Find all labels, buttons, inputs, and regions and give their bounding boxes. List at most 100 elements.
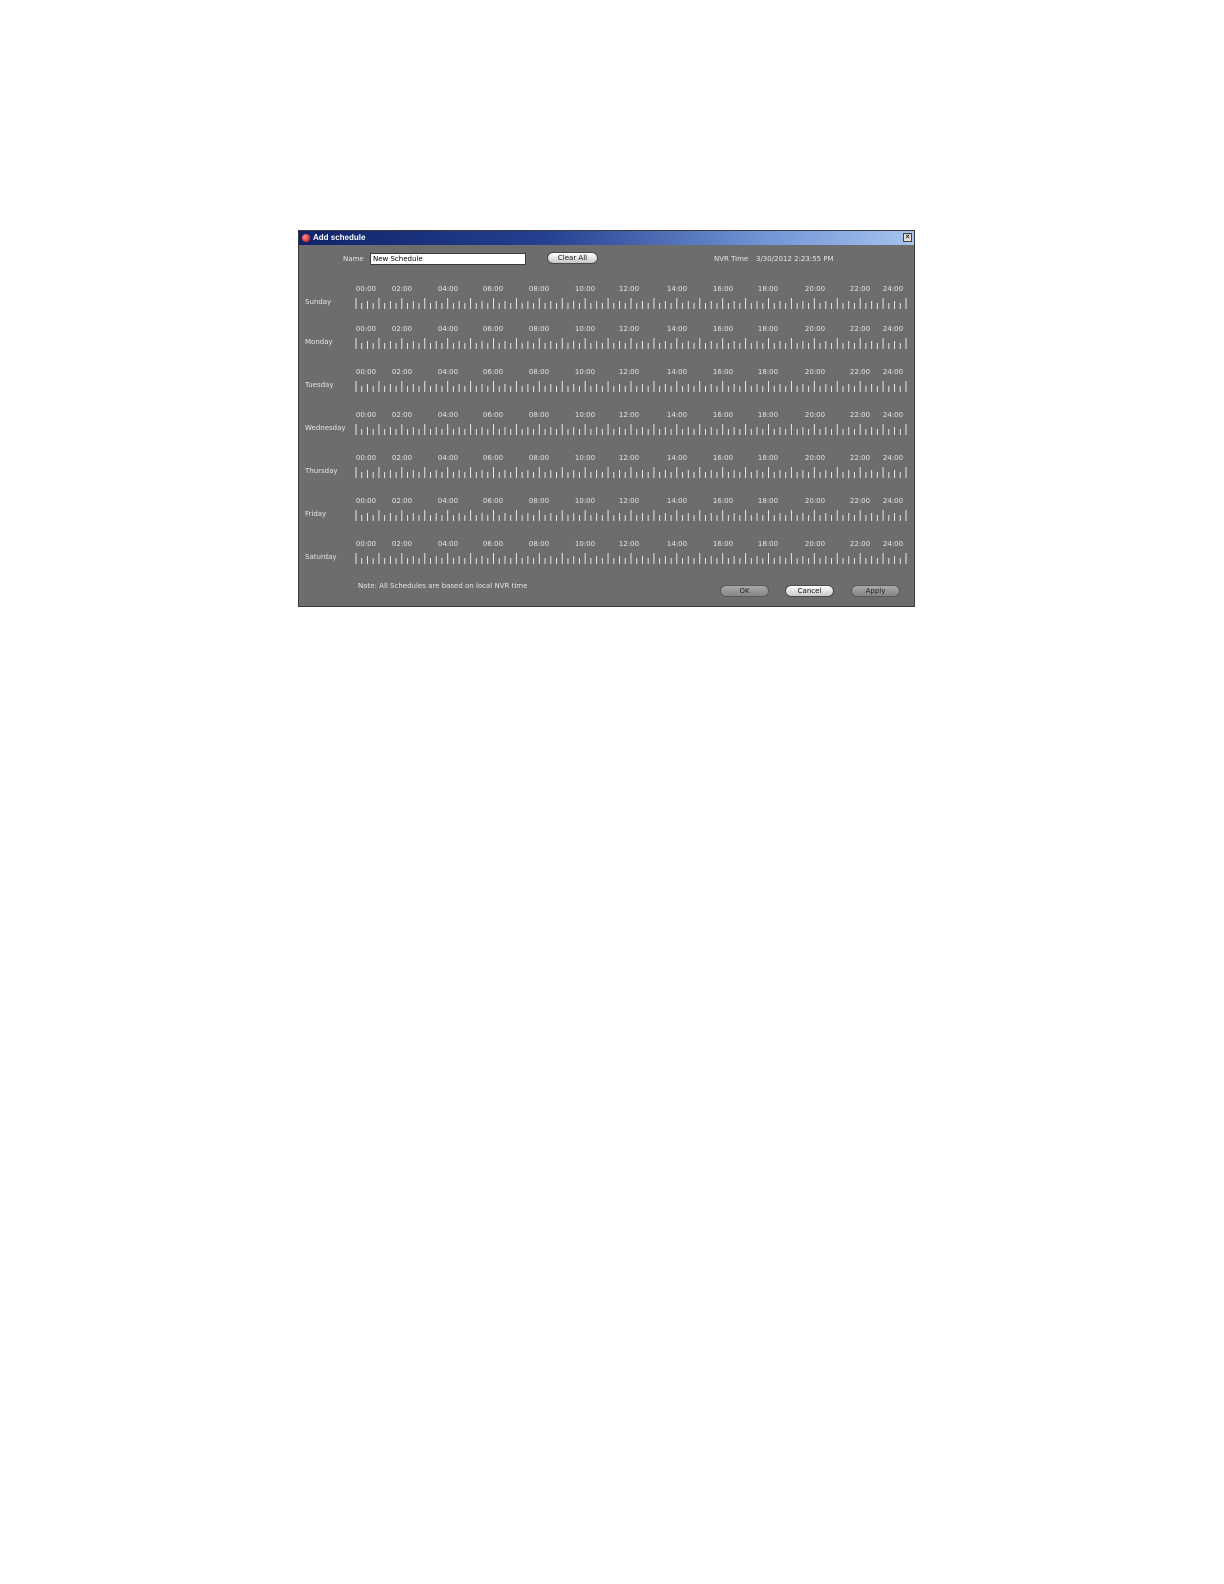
hour-label: 16:00: [712, 368, 734, 376]
hour-label: 10:00: [574, 497, 596, 505]
hour-label: 16:00: [712, 411, 734, 419]
day-label-saturday: Saturday: [305, 553, 337, 561]
hour-label: 24:00: [882, 368, 904, 376]
hour-label: 02:00: [391, 285, 413, 293]
hour-label: 22:00: [849, 540, 871, 548]
hour-label: 12:00: [618, 497, 640, 505]
hour-label: 14:00: [666, 368, 688, 376]
hour-label: 02:00: [391, 368, 413, 376]
hour-label: 22:00: [849, 285, 871, 293]
hour-label: 00:00: [355, 285, 377, 293]
hour-label: 12:00: [618, 368, 640, 376]
hour-label: 04:00: [437, 497, 459, 505]
hour-label: 08:00: [528, 454, 550, 462]
hour-label: 16:00: [712, 497, 734, 505]
hour-label: 22:00: [849, 411, 871, 419]
hour-label: 20:00: [804, 540, 826, 548]
title-bar[interactable]: Add schedule ✕: [299, 231, 914, 245]
hour-label: 24:00: [882, 454, 904, 462]
hour-label: 14:00: [666, 540, 688, 548]
hour-label: 20:00: [804, 497, 826, 505]
hour-label: 08:00: [528, 285, 550, 293]
hour-label: 18:00: [757, 285, 779, 293]
hour-label: 20:00: [804, 285, 826, 293]
hour-label: 24:00: [882, 411, 904, 419]
hour-label: 18:00: [757, 411, 779, 419]
hour-label: 12:00: [618, 454, 640, 462]
name-label: Name: [343, 255, 364, 263]
hour-label: 22:00: [849, 325, 871, 333]
hour-label: 02:00: [391, 540, 413, 548]
hour-label: 04:00: [437, 285, 459, 293]
hour-label: 10:00: [574, 454, 596, 462]
hour-label: 12:00: [618, 411, 640, 419]
hour-label: 18:00: [757, 325, 779, 333]
day-label-tuesday: Tuesday: [305, 381, 334, 389]
hour-label: 16:00: [712, 285, 734, 293]
hour-label: 06:00: [482, 368, 504, 376]
hour-label: 02:00: [391, 454, 413, 462]
hour-label: 10:00: [574, 540, 596, 548]
schedule-note: Note: All Schedules are based on local N…: [358, 582, 528, 590]
schedule-name-input[interactable]: New Schedule: [370, 253, 526, 265]
clear-all-button[interactable]: Clear All: [547, 252, 598, 264]
hour-label: 24:00: [882, 497, 904, 505]
timeline-thursday[interactable]: [355, 466, 907, 478]
add-schedule-dialog: Add schedule ✕ Name New Schedule Clear A…: [298, 230, 915, 607]
hour-label: 08:00: [528, 368, 550, 376]
hour-label: 16:00: [712, 454, 734, 462]
apply-button[interactable]: Apply: [851, 585, 900, 597]
hour-label: 14:00: [666, 497, 688, 505]
hour-label: 16:00: [712, 325, 734, 333]
hour-label: 04:00: [437, 368, 459, 376]
dialog-title: Add schedule: [313, 233, 366, 242]
hour-label: 24:00: [882, 325, 904, 333]
hour-label: 04:00: [437, 540, 459, 548]
hour-label: 14:00: [666, 325, 688, 333]
cancel-button[interactable]: Cancel: [785, 585, 834, 597]
hour-label: 00:00: [355, 540, 377, 548]
hour-label: 20:00: [804, 325, 826, 333]
hour-label: 10:00: [574, 368, 596, 376]
hour-label: 18:00: [757, 497, 779, 505]
app-logo-icon: [302, 234, 310, 242]
timeline-friday[interactable]: [355, 509, 907, 521]
hour-label: 06:00: [482, 454, 504, 462]
hour-label: 00:00: [355, 368, 377, 376]
hour-label: 06:00: [482, 411, 504, 419]
timeline-sunday[interactable]: [355, 297, 907, 309]
hour-label: 22:00: [849, 368, 871, 376]
hour-label: 16:00: [712, 540, 734, 548]
hour-label: 20:00: [804, 368, 826, 376]
hour-label: 08:00: [528, 325, 550, 333]
hour-label: 08:00: [528, 540, 550, 548]
hour-label: 20:00: [804, 454, 826, 462]
hour-label: 00:00: [355, 325, 377, 333]
day-label-thursday: Thursday: [305, 467, 338, 475]
day-label-wednesday: Wednesday: [305, 424, 346, 432]
hour-label: 12:00: [618, 540, 640, 548]
hour-label: 10:00: [574, 285, 596, 293]
timeline-wednesday[interactable]: [355, 423, 907, 435]
hour-label: 14:00: [666, 411, 688, 419]
hour-label: 06:00: [482, 325, 504, 333]
timeline-monday[interactable]: [355, 337, 907, 349]
ok-button[interactable]: OK: [720, 585, 769, 597]
hour-label: 14:00: [666, 454, 688, 462]
hour-label: 10:00: [574, 325, 596, 333]
nvr-time-value: 3/30/2012 2:23:55 PM: [756, 255, 834, 263]
hour-label: 08:00: [528, 411, 550, 419]
hour-label: 14:00: [666, 285, 688, 293]
close-button[interactable]: ✕: [903, 233, 912, 242]
hour-label: 02:00: [391, 325, 413, 333]
timeline-saturday[interactable]: [355, 552, 907, 564]
nvr-time-label: NVR Time: [714, 255, 749, 263]
timeline-tuesday[interactable]: [355, 380, 907, 392]
hour-label: 18:00: [757, 540, 779, 548]
hour-label: 02:00: [391, 497, 413, 505]
hour-label: 04:00: [437, 411, 459, 419]
hour-label: 12:00: [618, 325, 640, 333]
hour-label: 12:00: [618, 285, 640, 293]
day-label-monday: Monday: [305, 338, 333, 346]
hour-label: 20:00: [804, 411, 826, 419]
